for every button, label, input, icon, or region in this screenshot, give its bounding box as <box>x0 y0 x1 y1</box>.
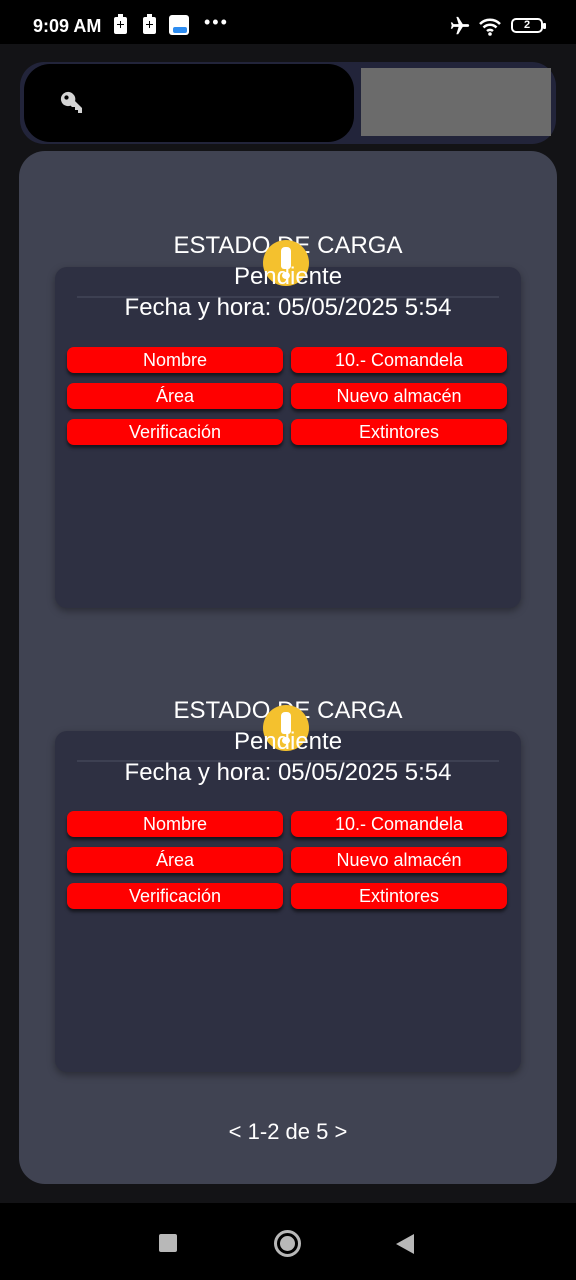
airplane-mode-icon <box>450 16 470 35</box>
card-datetime: Fecha y hora: 05/05/2025 5:54 <box>124 294 452 321</box>
field-label-chip: Área <box>67 383 283 409</box>
pagination[interactable]: < 1-2 de 5 > <box>19 1119 557 1145</box>
field-value-chip: Extintores <box>291 883 507 909</box>
wifi-icon <box>479 18 501 36</box>
more-notifications-icon: ••• <box>204 12 229 32</box>
field-label-chip: Verificación <box>67 883 283 909</box>
field-label-chip: Nombre <box>67 347 283 373</box>
battery-level: 2 <box>523 19 531 31</box>
field-value-chip: 10.- Comandela <box>291 811 507 837</box>
field-value-chip: Nuevo almacén <box>291 383 507 409</box>
status-bar: 9:09 AM ••• 2 <box>0 0 576 44</box>
battery-icon: 2 <box>511 18 546 33</box>
key-search-field[interactable] <box>24 64 354 142</box>
field-label-chip: Área <box>67 847 283 873</box>
field-value-chip: Extintores <box>291 419 507 445</box>
main-panel: ESTADO DE CARGA Pendiente Fecha y hora: … <box>19 151 557 1184</box>
field-label-chip: Verificación <box>67 419 283 445</box>
navigation-bar <box>0 1203 576 1280</box>
field-value-chip: Nuevo almacén <box>291 847 507 873</box>
card-status: Pendiente <box>233 728 343 755</box>
home-icon[interactable] <box>274 1230 301 1257</box>
battery-saver-icon <box>114 14 127 34</box>
status-time: 9:09 AM <box>33 16 102 36</box>
field-label-chip: Nombre <box>67 811 283 837</box>
battery-saver-icon <box>143 14 156 34</box>
app-notification-icon <box>169 15 189 35</box>
card-datetime: Fecha y hora: 05/05/2025 5:54 <box>124 759 452 786</box>
back-icon[interactable] <box>396 1234 414 1254</box>
field-value-chip: 10.- Comandela <box>291 347 507 373</box>
recents-icon[interactable] <box>159 1234 177 1252</box>
card-status: Pendiente <box>233 263 343 290</box>
image-placeholder <box>361 68 551 136</box>
key-icon <box>60 91 83 114</box>
